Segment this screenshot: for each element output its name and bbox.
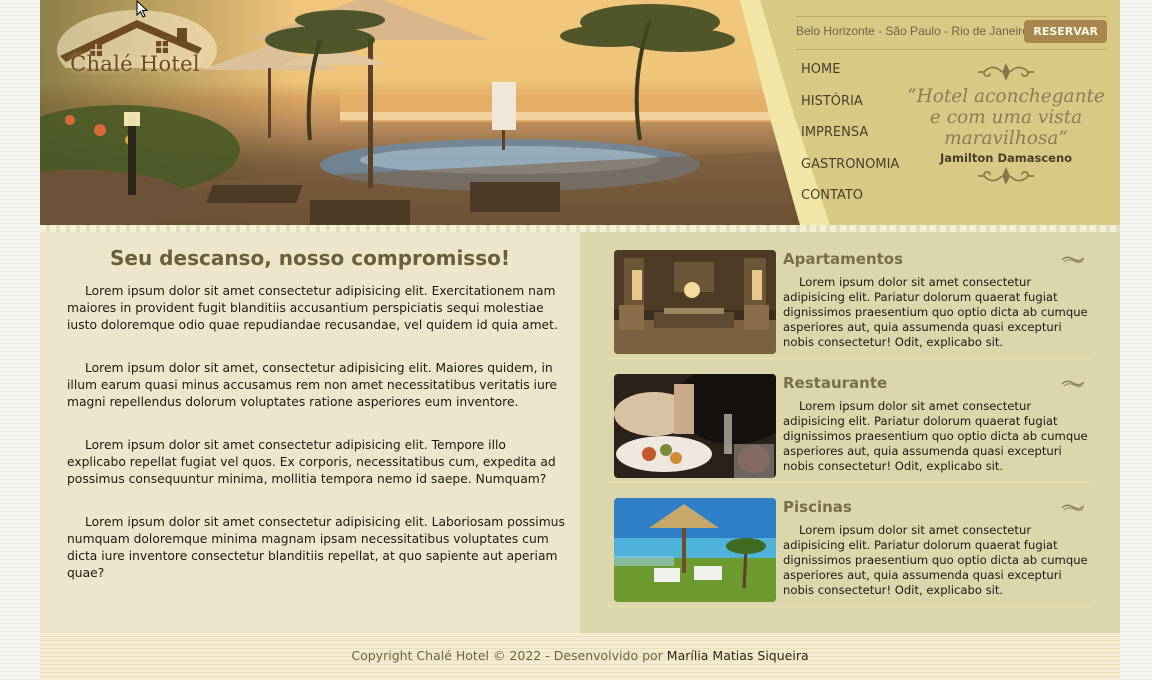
feature-card-apartamentos[interactable]: Apartamentos Lorem ipsum dolor sit amet … — [607, 244, 1091, 359]
nav-link-imprensa[interactable]: IMPRENSA — [801, 125, 868, 140]
nav-link-home[interactable]: HOME — [801, 62, 840, 77]
header-bottom-stripe — [40, 225, 1120, 232]
nav-link-gastronomia[interactable]: GASTRONOMIA — [801, 157, 899, 172]
intro-section: Seu descanso, nosso compromisso! Lorem i… — [40, 232, 580, 633]
top-ornament-icon — [978, 62, 1034, 82]
site-container: Chalé Hotel Belo Horizonte - São Paulo -… — [40, 0, 1120, 680]
top-bar: Belo Horizonte - São Paulo - Rio de Jane… — [796, 16, 1107, 50]
features-section: Apartamentos Lorem ipsum dolor sit amet … — [580, 232, 1120, 633]
apartment-photo — [614, 250, 776, 354]
feature-card-restaurante[interactable]: Restaurante Lorem ipsum dolor sit amet c… — [607, 368, 1091, 483]
reserve-button[interactable]: RESERVAR — [1024, 20, 1107, 43]
feature-card-piscinas[interactable]: Piscinas Lorem ipsum dolor sit amet cons… — [607, 492, 1091, 607]
tilde-ornament-icon — [1061, 256, 1085, 263]
tilde-ornament-icon — [1061, 380, 1085, 387]
restaurant-photo-image — [614, 374, 776, 478]
copyright-text: Copyright Chalé Hotel © 2022 - Desenvolv… — [351, 648, 663, 663]
apartment-photo-image — [614, 250, 776, 354]
logo-text: Chalé Hotel — [70, 52, 200, 76]
paragraph-3: Lorem ipsum dolor sit amet consectetur a… — [67, 438, 556, 486]
tilde-ornament-icon — [1061, 504, 1085, 511]
main-nav: HOME HISTÓRIA IMPRENSA GASTRONOMIA CONTA… — [801, 58, 911, 216]
card-title: Piscinas — [783, 498, 852, 516]
header: Chalé Hotel Belo Horizonte - São Paulo -… — [40, 0, 1120, 225]
developer-link[interactable]: Marília Matias Siqueira — [667, 648, 809, 663]
paragraph-1: Lorem ipsum dolor sit amet consectetur a… — [67, 284, 558, 332]
nav-item-contato: CONTATO — [801, 184, 911, 216]
paragraph-4: Lorem ipsum dolor sit amet consectetur a… — [67, 515, 565, 580]
nav-link-contato[interactable]: CONTATO — [801, 188, 863, 203]
quote-text: “Hotel aconchegante e com uma vista mara… — [907, 86, 1105, 149]
nav-item-historia: HISTÓRIA — [801, 90, 911, 122]
mouse-cursor-icon — [136, 0, 149, 18]
nav-item-home: HOME — [801, 58, 911, 90]
card-text: Lorem ipsum dolor sit amet consectetur a… — [783, 523, 1088, 597]
footer: Copyright Chalé Hotel © 2022 - Desenvolv… — [40, 633, 1120, 680]
card-text: Lorem ipsum dolor sit amet consectetur a… — [783, 399, 1088, 473]
testimonial-quote: “Hotel aconchegante e com uma vista mara… — [901, 62, 1111, 187]
card-title: Apartamentos — [783, 250, 904, 268]
card-text: Lorem ipsum dolor sit amet consectetur a… — [783, 275, 1088, 349]
quote-author: Jamilton Damasceno — [939, 151, 1073, 165]
restaurant-photo — [614, 374, 776, 478]
card-title: Restaurante — [783, 374, 888, 392]
cities-list: Belo Horizonte - São Paulo - Rio de Jane… — [796, 24, 1029, 38]
section-headline: Seu descanso, nosso compromisso! — [110, 246, 510, 270]
nav-link-historia[interactable]: HISTÓRIA — [801, 94, 863, 109]
nav-item-gastronomia: GASTRONOMIA — [801, 153, 911, 185]
paragraph-2: Lorem ipsum dolor sit amet, consectetur … — [67, 361, 558, 409]
bottom-ornament-icon — [978, 166, 1034, 186]
pool-photo-image — [614, 498, 776, 602]
footer-text: Copyright Chalé Hotel © 2022 - Desenvolv… — [40, 648, 1120, 663]
pool-photo — [614, 498, 776, 602]
nav-item-imprensa: IMPRENSA — [801, 121, 911, 153]
